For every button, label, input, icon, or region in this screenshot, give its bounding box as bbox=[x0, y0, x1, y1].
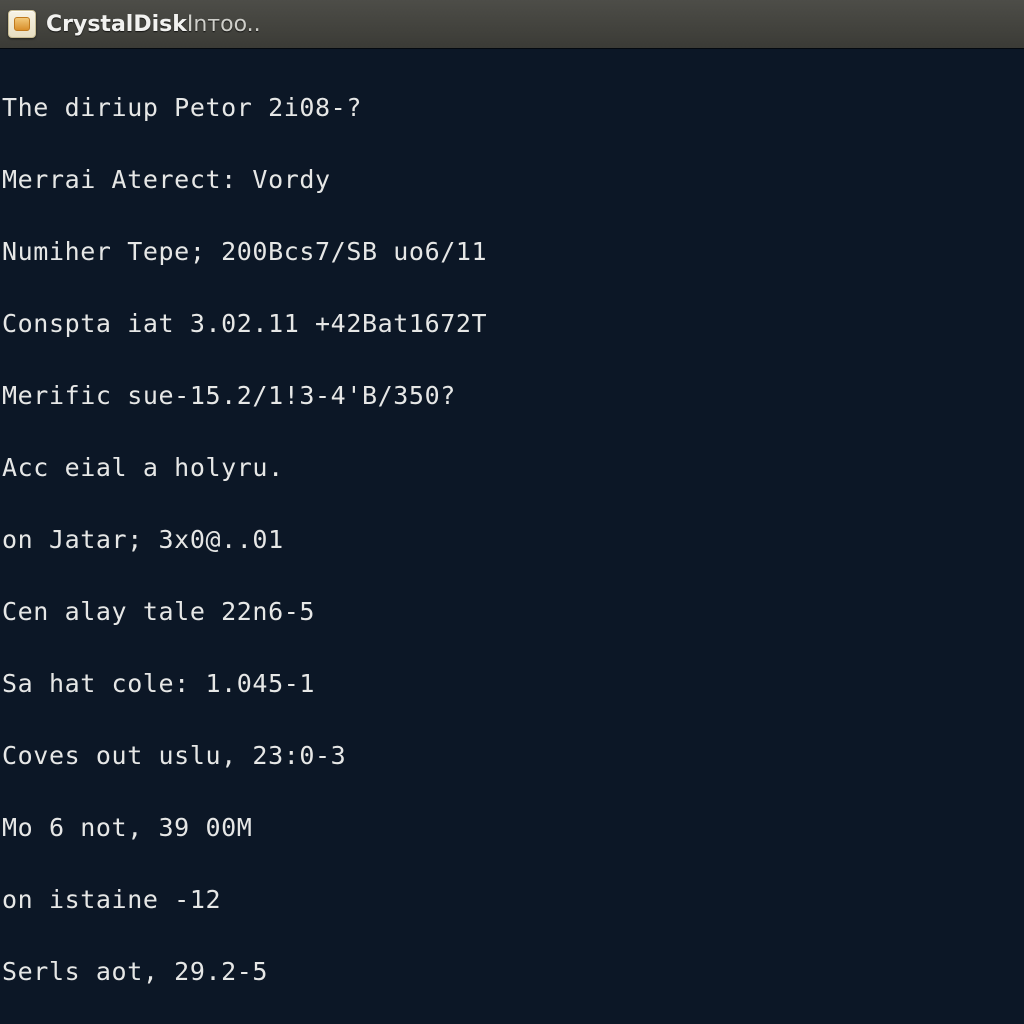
output-line: Merific sue-15.2/1!3-4'B/350? bbox=[0, 378, 1024, 414]
titlebar[interactable]: CrystalDiskInтoo.. bbox=[0, 0, 1024, 48]
drive-icon bbox=[8, 10, 36, 38]
title-main: CrystalDisk bbox=[46, 12, 187, 37]
output-line: Numiher Tepe; 200Bcs7/SB uo6/11 bbox=[0, 234, 1024, 270]
output-line: Cen alay tale 22n6-5 bbox=[0, 594, 1024, 630]
terminal-output[interactable]: The diriup Petor 2i08-? Merrai Aterect: … bbox=[0, 48, 1024, 1024]
output-line: Coves out uslu, 23:0-3 bbox=[0, 738, 1024, 774]
output-line: The diriup Petor 2i08-? bbox=[0, 90, 1024, 126]
output-line: Serls aot, 29.2-5 bbox=[0, 954, 1024, 990]
output-line: Mo 6 not, 39 00M bbox=[0, 810, 1024, 846]
output-line: Acc eial a holyru. bbox=[0, 450, 1024, 486]
output-line: Merrai Aterect: Vordy bbox=[0, 162, 1024, 198]
title-sub: Inтoo.. bbox=[187, 12, 261, 37]
output-line: on Jatar; 3x0@..01 bbox=[0, 522, 1024, 558]
window-title: CrystalDiskInтoo.. bbox=[46, 12, 261, 37]
output-line: Sa hat cole: 1.045-1 bbox=[0, 666, 1024, 702]
output-line: on istaine -12 bbox=[0, 882, 1024, 918]
output-line: Conspta iat 3.02.11 +42Bat1672T bbox=[0, 306, 1024, 342]
